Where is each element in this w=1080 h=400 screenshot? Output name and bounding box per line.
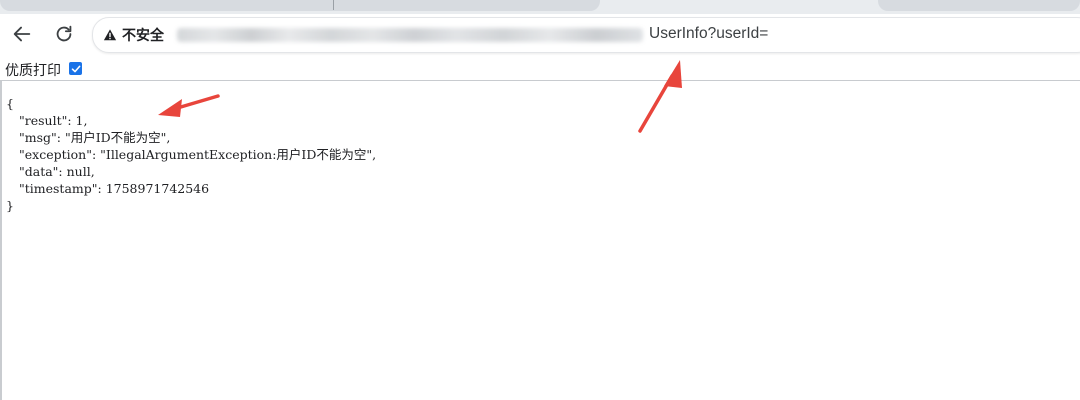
json-line-timestamp: "timestamp": 1758971742546 (19, 181, 210, 196)
address-bar[interactable]: 不安全 UserInfo?userId= (92, 17, 1080, 53)
tab-divider (333, 0, 334, 10)
checkbox-icon[interactable] (69, 62, 82, 75)
bookmark-label[interactable]: 优质打印 (5, 60, 61, 80)
security-label: 不安全 (122, 28, 164, 44)
warning-triangle-icon (103, 28, 117, 42)
url-redacted (177, 28, 643, 42)
json-close-brace: } (6, 198, 14, 213)
back-button[interactable] (6, 20, 38, 52)
tab-inactive[interactable] (0, 0, 600, 11)
json-line-exception: "exception": "IllegalArgumentException:用… (19, 147, 377, 162)
browser-toolbar: 不安全 UserInfo?userId= (0, 14, 1080, 58)
tab-strip (0, 0, 1080, 14)
tab-inactive-right[interactable] (878, 0, 1080, 11)
back-arrow-icon (11, 23, 33, 49)
json-response: { "result": 1, "msg": "用户ID不能为空", "excep… (6, 95, 376, 214)
security-indicator[interactable]: 不安全 (103, 25, 164, 45)
json-open-brace: { (6, 96, 14, 111)
page-content: { "result": 1, "msg": "用户ID不能为空", "excep… (0, 81, 1080, 400)
url-text[interactable]: UserInfo?userId= (649, 25, 768, 43)
json-line-result: "result": 1, (19, 113, 88, 128)
json-line-msg: "msg": "用户ID不能为空", (19, 130, 171, 145)
reload-icon (53, 23, 75, 49)
reload-button[interactable] (48, 20, 80, 52)
bookmarks-bar: 优质打印 (0, 58, 1080, 81)
json-line-data: "data": null, (19, 164, 95, 179)
